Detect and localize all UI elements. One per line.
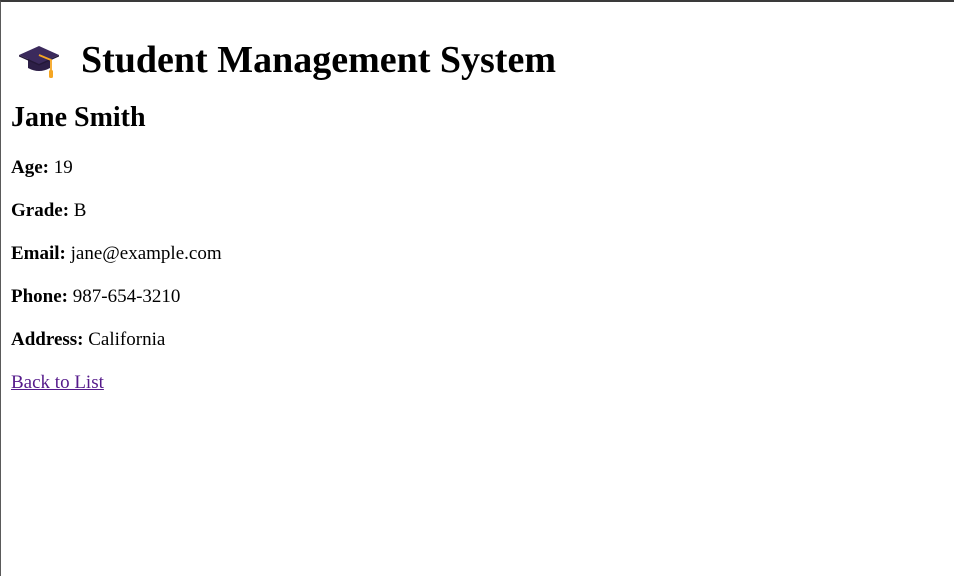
page-container: Student Management System Jane Smith Age… xyxy=(1,38,954,394)
student-details: Age: 19 Grade: B Email: jane@example.com… xyxy=(11,157,954,351)
field-value-address: California xyxy=(88,329,166,350)
student-name: Jane Smith xyxy=(11,102,146,133)
field-address: Address: California xyxy=(11,329,954,351)
field-label-grade: Grade: xyxy=(11,200,70,221)
field-value-email: jane@example.com xyxy=(70,243,222,264)
field-value-age: 19 xyxy=(53,157,73,178)
field-label-email: Email: xyxy=(11,243,66,264)
page-header: Student Management System xyxy=(11,38,954,82)
graduation-cap-icon xyxy=(17,38,61,82)
field-value-phone: 987-654-3210 xyxy=(72,286,181,307)
back-to-list-link[interactable]: Back to List xyxy=(11,372,104,394)
field-label-age: Age: xyxy=(11,157,49,178)
field-label-address: Address: xyxy=(11,329,84,350)
field-value-grade: B xyxy=(73,200,87,221)
field-phone: Phone: 987-654-3210 xyxy=(11,286,954,308)
field-age: Age: 19 xyxy=(11,157,954,179)
field-label-phone: Phone: xyxy=(11,286,68,307)
field-email: Email: jane@example.com xyxy=(11,243,954,265)
page-title: Student Management System xyxy=(81,39,556,81)
field-grade: Grade: B xyxy=(11,200,954,222)
